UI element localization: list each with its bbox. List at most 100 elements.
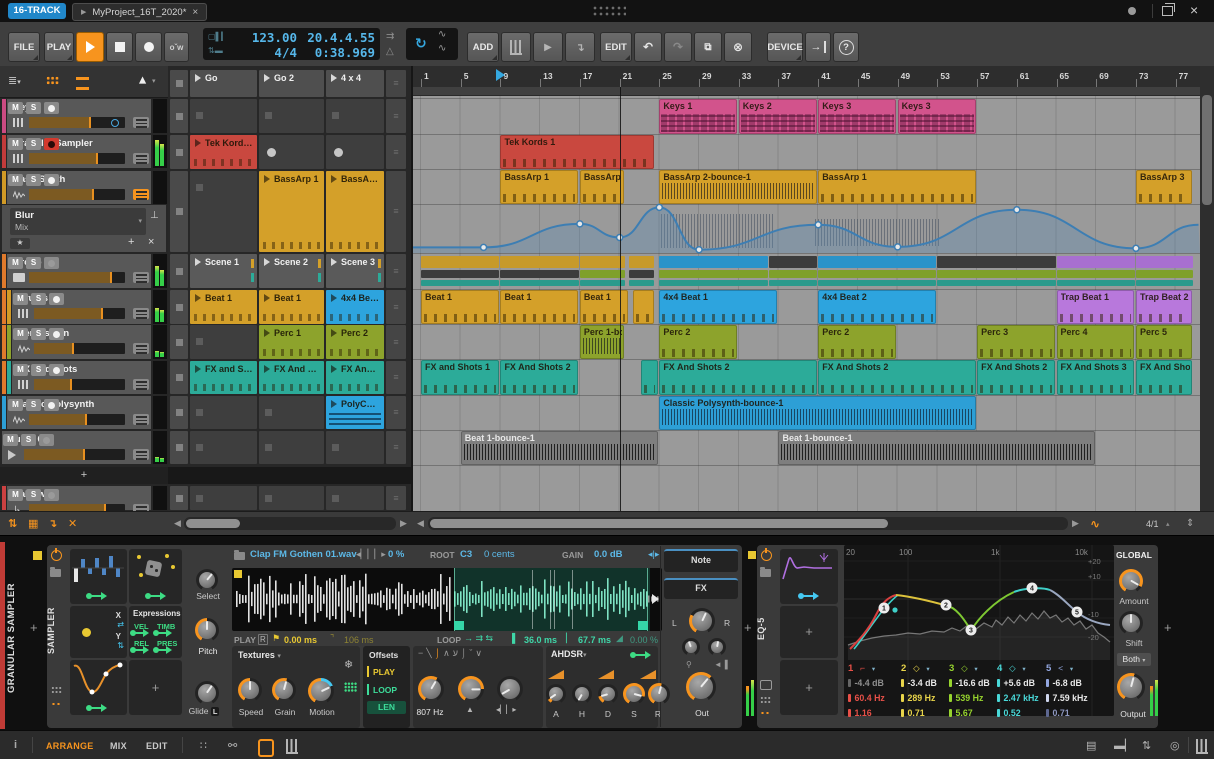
keyboard-panel-icon[interactable] bbox=[286, 739, 298, 754]
group-summary-segment[interactable] bbox=[1056, 256, 1135, 286]
track-menu-button[interactable] bbox=[133, 153, 149, 164]
track-launcher-menu[interactable]: ≡ bbox=[386, 486, 406, 510]
timeline-ruler[interactable]: 1 5 9 13 17 21 25 29 33 37 41 45 49 53 5… bbox=[413, 66, 1200, 87]
grid-resolution-dropdown-icon[interactable]: ▴ bbox=[1166, 520, 1170, 528]
mapping-panel-icon[interactable]: ⇅ bbox=[1142, 739, 1151, 752]
arranger-clip[interactable]: Beat 1 bbox=[500, 290, 579, 324]
arranger-clip[interactable]: Tek Kords 1 bbox=[500, 135, 654, 169]
punch-in-icon[interactable]: ⇉ bbox=[386, 31, 394, 42]
sample-preview-play-icon[interactable] bbox=[652, 594, 659, 604]
grain-knob[interactable] bbox=[272, 678, 296, 702]
arranger-clip[interactable]: BassArp 1 bbox=[500, 170, 579, 204]
sample-folder-icon[interactable] bbox=[234, 550, 245, 560]
gain-value[interactable]: 0.0 dB bbox=[594, 549, 623, 560]
stop-all-button[interactable] bbox=[170, 70, 188, 97]
track-mute-button[interactable]: M bbox=[13, 328, 28, 340]
track-launcher-menu[interactable]: ≡ bbox=[386, 396, 406, 429]
track-menu-button[interactable] bbox=[133, 504, 149, 511]
tab-mix[interactable]: MIX bbox=[110, 741, 127, 751]
group-scene-slot[interactable]: Scene 3 bbox=[326, 254, 384, 288]
empty-clip-slot[interactable] bbox=[326, 99, 384, 133]
eq5-window-icon[interactable] bbox=[760, 680, 772, 690]
arranger-clip[interactable]: BassArp 3 bbox=[1135, 170, 1193, 204]
track-header[interactable]: FX AndShots S M bbox=[0, 361, 168, 394]
arranger-clip[interactable]: Perc 5 bbox=[1135, 325, 1193, 359]
glide-knob[interactable] bbox=[195, 681, 219, 705]
loop-mode-icons[interactable]: → ⇉ ⇆ bbox=[464, 633, 493, 644]
arranger-clip[interactable]: FX And Shots 2 bbox=[500, 360, 579, 395]
arranger-scrollbar[interactable] bbox=[428, 517, 1068, 530]
tempo-value[interactable]: 123.00 bbox=[235, 30, 297, 45]
track-menu-button[interactable] bbox=[133, 343, 149, 354]
scene-menu-button[interactable]: ≡ bbox=[386, 70, 406, 97]
eq-band-selector[interactable]: 4 ◇ ▾ bbox=[997, 663, 1026, 674]
track-solo-button[interactable]: S bbox=[26, 399, 41, 411]
record-button[interactable] bbox=[135, 32, 162, 62]
arranger-clip[interactable]: Perc 2 bbox=[818, 325, 897, 359]
track-launcher-menu[interactable]: ≡ bbox=[386, 171, 406, 252]
empty-clip-slot[interactable] bbox=[190, 171, 257, 252]
sustain-knob[interactable] bbox=[623, 683, 645, 705]
clip-slot[interactable]: FX And Shots 3 bbox=[326, 361, 384, 394]
sampler-preset-icon[interactable] bbox=[50, 567, 61, 577]
empty-clip-slot[interactable] bbox=[190, 431, 257, 464]
eq-add-modulator-1[interactable]: + bbox=[780, 606, 838, 658]
track-mute-button[interactable]: M bbox=[8, 138, 23, 150]
eq-band-q[interactable]: 0.52 bbox=[997, 708, 1021, 718]
track-solo-button[interactable]: S bbox=[31, 293, 46, 305]
reverse-button[interactable]: R bbox=[258, 634, 268, 645]
clip-slot[interactable]: Beat 1 bbox=[259, 290, 324, 324]
track-header-body[interactable]: Drums S M bbox=[12, 290, 151, 324]
pointer-tool-icon[interactable]: ► bbox=[135, 74, 149, 86]
dual-view-icon[interactable]: ∷ bbox=[200, 739, 207, 752]
add-device-icon[interactable]: + bbox=[128, 236, 134, 248]
sample-waveform-display[interactable] bbox=[232, 568, 662, 631]
project-tab[interactable]: ▶ MyProject_16T_2020* × bbox=[72, 3, 208, 21]
track-header[interactable]: Keys S M bbox=[0, 99, 168, 133]
track-menu-button[interactable] bbox=[133, 308, 149, 319]
list-view-icon[interactable] bbox=[76, 77, 89, 90]
arranger-clip[interactable]: Perc 2 bbox=[659, 325, 738, 359]
arranger-clip[interactable]: FX And Shots 2 bbox=[977, 360, 1056, 395]
tab-arrange[interactable]: ARRANGE bbox=[46, 741, 94, 751]
empty-clip-slot[interactable] bbox=[259, 431, 324, 464]
track-solo-button[interactable]: S bbox=[21, 434, 36, 446]
clip-slot[interactable]: Perc 1 bbox=[259, 325, 324, 359]
group-summary-segment[interactable] bbox=[500, 256, 579, 286]
device-panel-toggle-icon[interactable] bbox=[258, 739, 274, 757]
clip-slot[interactable]: 4x4 Beat 1 bbox=[326, 290, 384, 324]
track-mute-button[interactable]: M bbox=[8, 257, 23, 269]
track-solo-button[interactable]: S bbox=[26, 102, 41, 114]
eq-mode-select[interactable]: Both ▾ bbox=[1117, 653, 1151, 666]
pan-knob[interactable] bbox=[689, 608, 715, 634]
insert-device-button[interactable]: → bbox=[805, 32, 831, 62]
device-menu-button[interactable]: DEVICE bbox=[767, 32, 803, 62]
track-arm-button[interactable] bbox=[49, 364, 64, 376]
inspector-panel-icon[interactable]: ▤ bbox=[1086, 739, 1096, 752]
add-track-device-icon[interactable]: + bbox=[30, 620, 38, 635]
track-stop-button[interactable] bbox=[170, 135, 188, 169]
clip-record-slot[interactable] bbox=[259, 135, 324, 169]
eq-band-q[interactable]: 0.71 bbox=[1046, 708, 1070, 718]
decay-knob[interactable] bbox=[598, 684, 618, 704]
arranger-clip[interactable]: Perc 4 bbox=[1056, 325, 1135, 359]
play-menu-button[interactable]: PLAY bbox=[44, 32, 74, 62]
hold-knob[interactable] bbox=[572, 684, 592, 704]
track-menu-button[interactable] bbox=[133, 449, 149, 460]
track-header-body[interactable]: Hall Two S M ↳ bbox=[7, 486, 151, 511]
loop-region-strip[interactable] bbox=[413, 87, 1200, 96]
track-menu-button[interactable] bbox=[133, 117, 149, 128]
arranger-clip[interactable]: Beat 1-bounce-1 bbox=[778, 431, 1095, 465]
arranger-clip[interactable]: FX and Shots 1 bbox=[421, 360, 499, 395]
track-solo-button[interactable]: S bbox=[26, 174, 41, 186]
track-volume-slider[interactable] bbox=[34, 308, 125, 319]
track-arm-button[interactable] bbox=[44, 489, 59, 501]
crossfade-icon[interactable]: ∿ bbox=[438, 43, 446, 54]
arranger-clip[interactable]: Keys 2 bbox=[738, 99, 817, 134]
arranger-clip[interactable]: BassArp 1 bbox=[579, 170, 625, 204]
eq-band-q[interactable]: 5.67 bbox=[949, 708, 973, 718]
automation-write-button[interactable]: oˇw bbox=[164, 32, 189, 62]
launcher-scroll-right-icon[interactable]: ▶ bbox=[400, 518, 407, 529]
track-header[interactable]: Hall Two S M ↳ bbox=[0, 486, 168, 511]
track-volume-slider[interactable] bbox=[29, 504, 125, 511]
